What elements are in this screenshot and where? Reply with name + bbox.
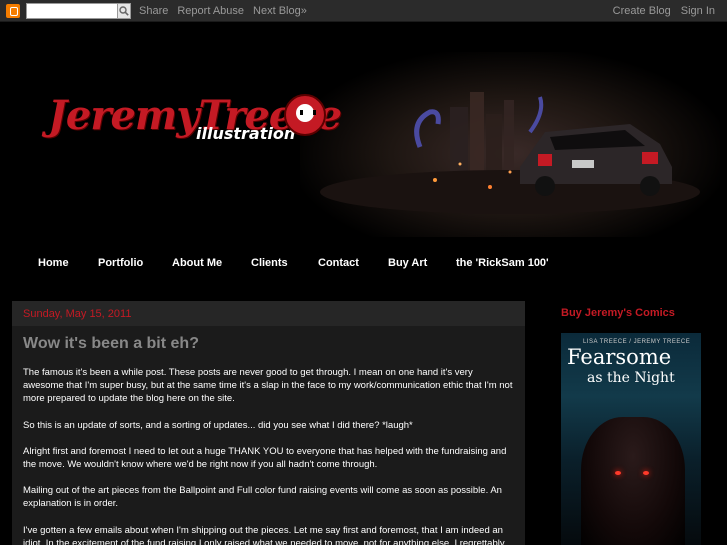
report-abuse-link[interactable]: Report Abuse — [177, 5, 244, 17]
menu-item-ricksam-100[interactable]: the 'RickSam 100' — [456, 257, 549, 269]
menu-item-about-me[interactable]: About Me — [172, 257, 222, 269]
glowing-eye-icon — [615, 471, 621, 475]
post-date-header: Sunday, May 15, 2011 — [12, 301, 525, 326]
menu-item-home[interactable]: Home — [38, 257, 69, 269]
post-paragraph: So this is an update of sorts, and a sor… — [23, 419, 413, 431]
comic-title: Fearsome as the Night — [567, 347, 675, 389]
header-artwork — [300, 52, 720, 237]
comic-cover-image[interactable]: LISA TREECE / JEREMY TREECE Fearsome as … — [561, 333, 701, 545]
main-menu: Home Portfolio About Me Clients Contact … — [0, 253, 727, 275]
site-logo-subtitle: illustration — [196, 124, 296, 143]
search-button[interactable] — [117, 2, 131, 19]
menu-item-portfolio[interactable]: Portfolio — [98, 257, 143, 269]
post-paragraph: Alright first and foremost I need to let… — [23, 445, 507, 471]
menu-item-clients[interactable]: Clients — [251, 257, 288, 269]
create-blog-link[interactable]: Create Blog — [613, 5, 671, 17]
glowing-eye-icon — [643, 471, 649, 475]
menu-item-contact[interactable]: Contact — [318, 257, 359, 269]
next-blog-link[interactable]: Next Blog» — [253, 5, 307, 17]
comic-title-line1: Fearsome — [567, 345, 672, 369]
post-title[interactable]: Wow it's been a bit eh? — [12, 326, 525, 353]
post-body: The famous it's been a while post. These… — [12, 353, 525, 545]
skull-logo-icon — [284, 94, 326, 136]
post-paragraph: I've gotten a few emails about when I'm … — [23, 524, 505, 545]
menu-item-buy-art[interactable]: Buy Art — [388, 257, 427, 269]
blogger-navbar: Share Report Abuse Next Blog» Create Blo… — [0, 0, 727, 22]
post-date: Sunday, May 15, 2011 — [23, 307, 132, 320]
sidebar-widget-title: Buy Jeremy's Comics — [561, 307, 675, 319]
navbar-right: Create Blog Sign In — [603, 0, 715, 22]
car-city-illustration — [320, 92, 700, 214]
comic-figure-art — [581, 417, 685, 545]
blogger-logo-icon[interactable] — [6, 3, 20, 18]
post-paragraph: Mailing out of the art pieces from the B… — [23, 485, 502, 510]
comic-title-line2: as the Night — [587, 370, 675, 386]
blog-post: Sunday, May 15, 2011 Wow it's been a bit… — [12, 301, 525, 545]
blog-header: JeremyTreece illustration — [0, 22, 727, 237]
share-link[interactable]: Share — [139, 5, 168, 17]
search-icon — [119, 5, 129, 16]
post-paragraph: The famous it's been a while post. These… — [23, 367, 513, 405]
sign-in-link[interactable]: Sign In — [681, 5, 715, 17]
search-input[interactable] — [26, 2, 131, 19]
